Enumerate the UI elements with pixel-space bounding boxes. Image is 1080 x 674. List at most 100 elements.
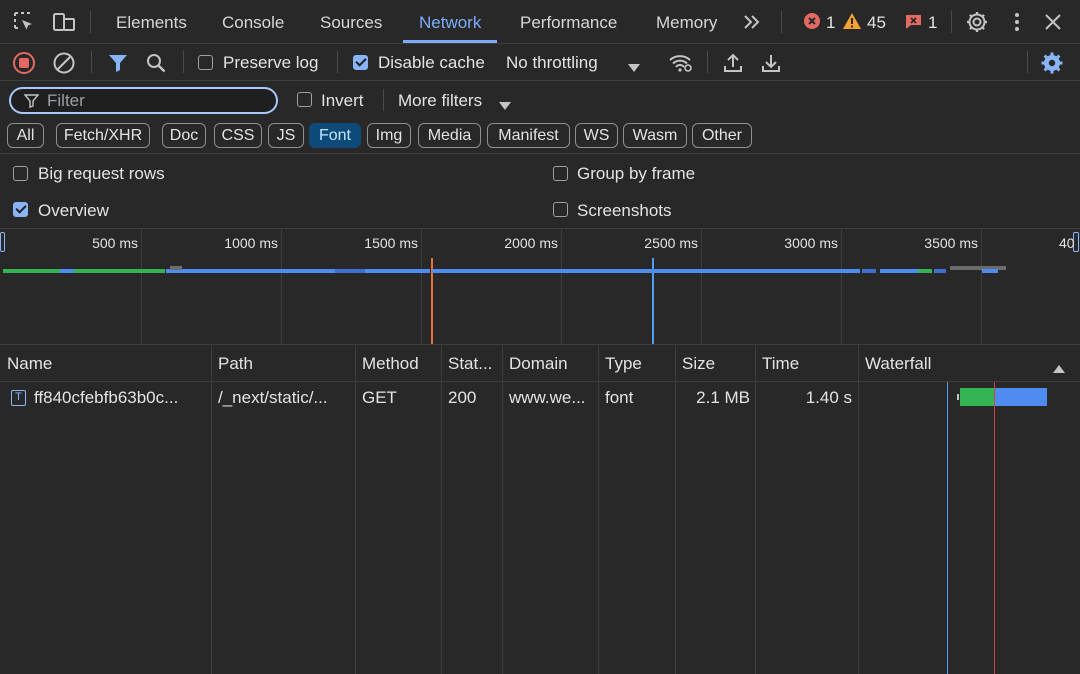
group-by-frame-checkbox[interactable] — [553, 166, 568, 181]
divider — [91, 51, 92, 73]
screenshots-label: Screenshots — [577, 201, 672, 220]
screenshots-checkbox[interactable] — [553, 202, 568, 217]
overview-gridline — [421, 229, 422, 344]
tab-memory[interactable]: Memory — [656, 0, 717, 43]
type-chip-css[interactable]: CSS — [214, 123, 262, 148]
close-icon[interactable] — [1040, 9, 1066, 35]
devtools-tab-bar: 1 45 1 Elements Console Sources Network Perf… — [0, 0, 1080, 44]
type-chip-media[interactable]: Media — [418, 123, 481, 148]
throttling-value: No throttling — [506, 53, 598, 72]
table-header: Name Path Method Stat... Domain Type Size Time W… — [0, 345, 1080, 382]
type-chip-all[interactable]: All — [7, 123, 44, 148]
tab-console[interactable]: Console — [222, 0, 284, 43]
cell-size: 2.1 MB — [696, 388, 750, 407]
type-chip-ws[interactable]: WS — [575, 123, 618, 148]
issue-icon — [904, 12, 923, 35]
disable-cache-label: Disable cache — [378, 53, 485, 72]
divider — [337, 51, 338, 73]
column-header-size[interactable]: Size — [675, 345, 755, 382]
divider — [90, 11, 91, 33]
warning-count: 45 — [867, 13, 886, 32]
network-settings-pane: Big request rows Overview Group by frame… — [0, 154, 1080, 229]
clear-icon[interactable] — [51, 50, 77, 76]
group-by-frame-label: Group by frame — [577, 164, 696, 183]
overview-checkbox[interactable] — [13, 202, 28, 217]
type-chip-font[interactable]: Font — [309, 123, 361, 148]
cell-domain: www.we... — [509, 388, 586, 407]
column-header-time[interactable]: Time — [755, 345, 858, 382]
invert-checkbox[interactable] — [297, 92, 312, 107]
waterfall-download-bar — [994, 388, 1047, 406]
big-request-rows-checkbox[interactable] — [13, 166, 28, 181]
column-header-waterfall[interactable]: Waterfall — [858, 345, 1080, 382]
throttling-select[interactable]: No throttling — [500, 46, 648, 78]
triangle-up-icon[interactable] — [1053, 359, 1065, 379]
filter-row: Invert More filters — [0, 81, 1080, 119]
cell-status: 200 — [448, 388, 477, 407]
overview-activity-bar — [840, 269, 860, 273]
tab-network[interactable]: Network — [403, 0, 498, 43]
error-icon — [803, 12, 821, 35]
filter-funnel-icon[interactable] — [105, 50, 131, 76]
search-icon[interactable] — [143, 50, 169, 76]
overview-activity-bar — [934, 269, 946, 273]
error-count-badge[interactable]: 1 — [803, 12, 835, 34]
overview-gridline — [561, 229, 562, 344]
filter-input[interactable] — [47, 90, 267, 112]
overview-activity-bar — [432, 269, 852, 273]
chevron-double-right-icon[interactable] — [739, 9, 765, 35]
overview-activity-bar — [862, 269, 876, 273]
warning-count-badge[interactable]: 45 — [842, 12, 886, 34]
network-conditions-icon[interactable] — [668, 50, 694, 76]
type-chip-img[interactable]: Img — [367, 123, 411, 148]
network-overview-timeline[interactable]: 500 ms 1000 ms 1500 ms 2000 ms 2500 ms 3000 m… — [0, 229, 1080, 345]
overview-gridline — [981, 229, 982, 344]
upload-icon[interactable] — [720, 50, 746, 76]
column-header-path[interactable]: Path — [211, 345, 355, 382]
type-chip-fetchxhr[interactable]: Fetch/XHR — [56, 123, 150, 148]
tab-performance[interactable]: Performance — [520, 0, 617, 43]
divider — [383, 89, 384, 111]
issues-count-badge[interactable]: 1 — [904, 12, 937, 34]
column-header-domain[interactable]: Domain — [502, 345, 598, 382]
type-chip-manifest[interactable]: Manifest — [487, 123, 570, 148]
overview-tick-label: 2500 ms — [644, 235, 698, 251]
disable-cache-checkbox[interactable] — [353, 55, 368, 70]
download-icon[interactable] — [758, 50, 784, 76]
type-chip-wasm[interactable]: Wasm — [623, 123, 687, 148]
column-header-type[interactable]: Type — [598, 345, 675, 382]
cell-type: font — [605, 388, 634, 407]
type-chip-js[interactable]: JS — [268, 123, 304, 148]
network-toolbar: Preserve log Disable cache No throttling — [0, 44, 1080, 81]
tab-sources[interactable]: Sources — [320, 0, 382, 43]
column-header-method[interactable]: Method — [355, 345, 441, 382]
tab-elements[interactable]: Elements — [116, 0, 187, 43]
inspect-element-icon[interactable] — [11, 9, 37, 35]
more-filters-dropdown[interactable]: More filters — [393, 85, 518, 115]
type-chip-doc[interactable]: Doc — [162, 123, 206, 148]
waterfall-queue-tick — [957, 394, 959, 400]
overview-activity-bar — [60, 269, 74, 273]
stop-recording-icon[interactable] — [11, 50, 37, 76]
column-header-name[interactable]: Name — [0, 345, 211, 382]
divider — [951, 11, 952, 33]
more-options-icon[interactable] — [1004, 9, 1030, 35]
overview-activity-bar — [918, 269, 932, 273]
device-toolbar-icon[interactable] — [51, 9, 77, 35]
cell-name: ff840cfebfb63b0c... — [34, 388, 179, 407]
issues-count: 1 — [928, 13, 938, 32]
preserve-log-checkbox[interactable] — [198, 55, 213, 70]
column-header-stat[interactable]: Stat... — [441, 345, 502, 382]
network-settings-gear-icon[interactable] — [1039, 50, 1065, 76]
table-row[interactable]: Tff840cfebfb63b0c... /_next/static/... GET… — [0, 382, 1080, 413]
gear-icon[interactable] — [964, 9, 990, 35]
preserve-log-label: Preserve log — [223, 53, 319, 72]
filter-funnel-small-icon — [23, 93, 40, 113]
divider — [781, 11, 782, 33]
overview-left-handle[interactable] — [0, 232, 5, 252]
overview-activity-bar — [170, 266, 182, 270]
overview-gridline — [841, 229, 842, 344]
overview-tick-label: 3000 ms — [784, 235, 838, 251]
overview-label: Overview — [38, 201, 109, 220]
type-chip-other[interactable]: Other — [692, 123, 752, 148]
